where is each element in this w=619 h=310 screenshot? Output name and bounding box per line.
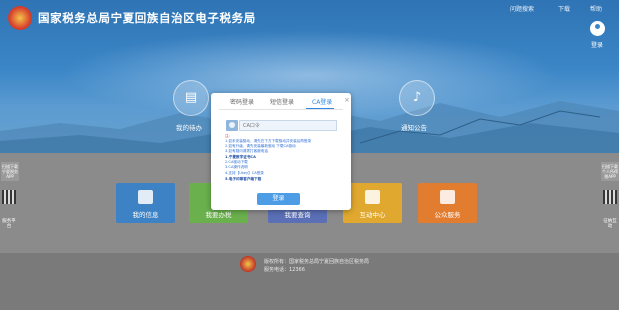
footer-emblem-icon: [240, 256, 256, 272]
tile-my-info[interactable]: 我的信息: [116, 183, 175, 223]
ca-password-input[interactable]: CA口令: [239, 120, 337, 131]
login-modal: 密码登录 短信登录 CA登录 × CA口令 注： 1.如未安装驱动，请先在下方下…: [211, 93, 351, 210]
tile-label: 我的信息: [132, 211, 159, 219]
left-promo-text: 扫描下载宁夏税务APP: [2, 164, 18, 179]
user-icon: [138, 190, 153, 204]
header-login-link[interactable]: 登录: [591, 40, 603, 49]
footer-copyright: 版权所有：国家税务总局宁夏回族自治区税务局: [264, 259, 370, 265]
tab-password-login[interactable]: 密码登录: [230, 97, 254, 106]
left-app-promo: 扫描下载宁夏税务APP: [1, 162, 19, 181]
notice-circle[interactable]: ♪: [399, 80, 435, 116]
note-line: 3.如有疑问请拨打客服电话: [225, 149, 268, 153]
user-avatar-icon[interactable]: [590, 21, 605, 36]
footer-phone: 服务电话：12366: [264, 267, 305, 273]
note-link[interactable]: 5.电子印章客户端下载: [225, 177, 261, 182]
tile-label: 公众服务: [434, 211, 461, 219]
page: 国家税务总局宁夏回族自治区电子税务局 问题搜索 下载 帮助 登录 ▤ 我的待办 …: [0, 0, 619, 310]
note-line: 注：: [225, 134, 233, 138]
active-tab-indicator: [306, 108, 334, 109]
note-link[interactable]: 1.宁夏数字证书CA: [225, 155, 256, 160]
bell-icon: ♪: [412, 90, 422, 105]
top-link-help[interactable]: 帮助: [590, 4, 602, 13]
top-link-download[interactable]: 下载: [558, 4, 570, 13]
service-icon: [440, 190, 455, 204]
todo-label: 我的待办: [176, 124, 202, 132]
chat-icon: [365, 190, 380, 204]
tile-label: 我要查询: [284, 211, 311, 219]
notice-label: 通知公告: [401, 124, 427, 132]
tile-label: 我要办税: [205, 211, 232, 219]
todo-circle[interactable]: ▤: [173, 80, 209, 116]
left-qr-code: [2, 190, 16, 204]
note-line: 1.如未安装驱动，请先在下方下载驱动并安装后再登录: [225, 139, 312, 143]
tab-ca-login[interactable]: CA登录: [312, 97, 332, 106]
tab-divider: [219, 109, 343, 110]
left-side-button[interactable]: 服务平台: [2, 219, 16, 229]
tab-sms-login[interactable]: 短信登录: [270, 97, 294, 106]
site-header: 国家税务总局宁夏回族自治区电子税务局 问题搜索 下载 帮助 登录: [0, 0, 619, 49]
tile-interaction[interactable]: 互动中心: [343, 183, 402, 223]
right-promo-text: 扫描下载个人所得税APP: [602, 164, 618, 179]
todo-icon: ▤: [184, 90, 198, 105]
top-link-search[interactable]: 问题搜索: [510, 4, 534, 13]
lock-icon: [226, 120, 238, 131]
close-icon[interactable]: ×: [344, 96, 350, 104]
note-link[interactable]: 2.CA驱动下载: [225, 160, 248, 165]
note-link[interactable]: 3.CA操作说明: [225, 165, 248, 170]
tax-emblem-icon: [8, 6, 32, 30]
right-app-promo: 扫描下载个人所得税APP: [601, 162, 619, 181]
note-link[interactable]: 4.支持【Ukey】CA登录: [225, 171, 264, 176]
right-side-button[interactable]: 征纳互动: [603, 219, 617, 229]
right-qr-code: [603, 190, 617, 204]
tile-public-service[interactable]: 公众服务: [418, 183, 477, 223]
note-line: 2.如有升级，请先安装最新驱动 下载CA驱动: [225, 144, 296, 148]
login-button[interactable]: 登录: [257, 193, 300, 205]
site-title: 国家税务总局宁夏回族自治区电子税务局: [38, 11, 256, 25]
tile-label: 互动中心: [359, 211, 386, 219]
